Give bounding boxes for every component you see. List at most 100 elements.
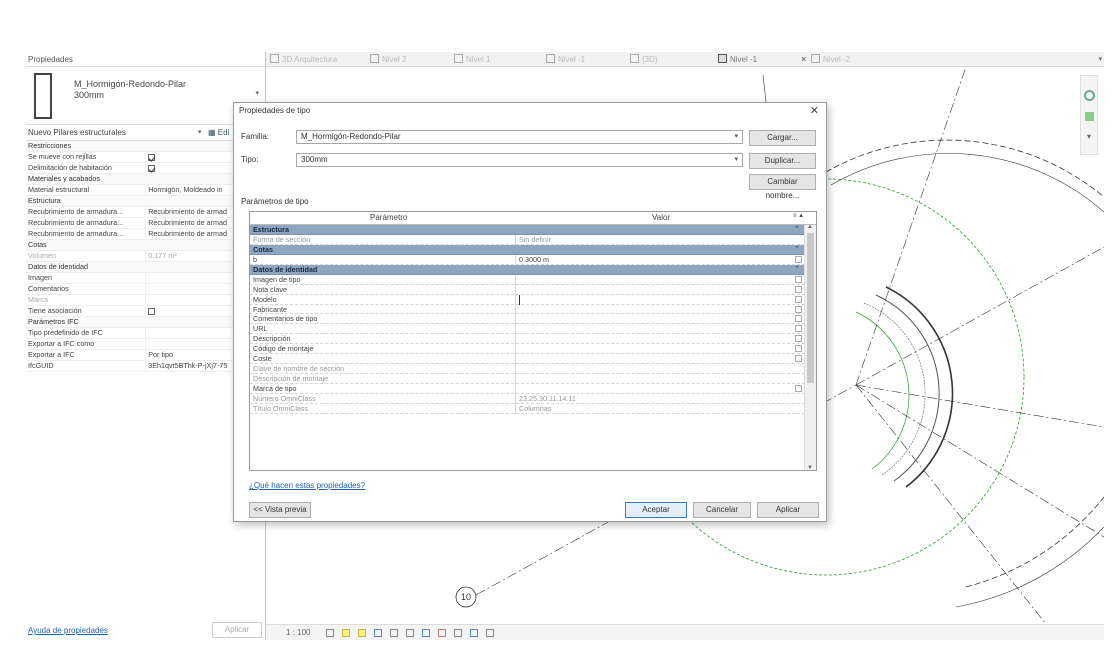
tab-overflow-icon[interactable]: ▾ [1098, 52, 1102, 67]
chevron-down-icon[interactable]: ▾ [198, 125, 202, 141]
param-edit-box[interactable] [795, 295, 802, 303]
param-row[interactable]: Forma de sección Sin definir [250, 234, 805, 245]
zoom-icon[interactable] [1085, 112, 1094, 121]
param-row[interactable]: Descripción [250, 334, 805, 345]
property-row[interactable]: Se mueve con rejillas [26, 151, 266, 163]
view-scale[interactable]: 1 : 100 [286, 628, 310, 637]
view-tab[interactable]: Nivel -1 [546, 52, 585, 67]
param-value[interactable] [519, 294, 520, 305]
type-selector[interactable]: M_Hormigón-Redondo-Pilar 300mm ▾ [26, 67, 265, 125]
chevron-down-icon[interactable]: ▾ [734, 131, 738, 143]
collapse-icon[interactable]: ⌃ [794, 225, 800, 235]
param-row[interactable]: Nota clave [250, 284, 805, 295]
detail-level-icon[interactable] [326, 629, 334, 637]
property-row[interactable]: Recubrimiento de armadura... Recubrimient… [26, 206, 266, 218]
param-row[interactable]: Clave de nombre de sección [250, 364, 805, 375]
collapse-icon[interactable]: ⌃ [794, 265, 800, 275]
edit-type-button[interactable]: ▦ Edi [208, 125, 229, 141]
constraints-icon[interactable] [486, 629, 494, 637]
property-group[interactable]: Datos de identidad [26, 261, 266, 273]
param-row[interactable]: Comentarios de tipo [250, 314, 805, 325]
col-parameter-header[interactable]: Parámetro [370, 213, 407, 222]
property-group[interactable]: Estructura [26, 195, 266, 207]
property-group[interactable]: Cotas [26, 239, 266, 251]
property-row[interactable]: Comentarios [26, 283, 266, 295]
navigation-bar[interactable]: ▾ [1080, 75, 1098, 155]
param-group-header[interactable]: Datos de identidad ⌃ [250, 264, 805, 275]
scroll-down-icon[interactable]: ▼ [807, 465, 813, 470]
property-checkbox[interactable] [148, 153, 156, 161]
view-tab[interactable]: 3D Arquitectura [270, 52, 337, 67]
param-edit-box[interactable] [795, 275, 802, 283]
param-value[interactable]: 0.3000 m [519, 255, 549, 265]
close-tab-icon[interactable]: × [801, 52, 806, 67]
ok-button[interactable]: Aceptar [625, 502, 687, 518]
view-tab[interactable]: Nivel 2 [370, 52, 406, 67]
col-value-header[interactable]: Valor [652, 213, 670, 222]
param-edit-box[interactable] [795, 345, 802, 353]
visual-style-icon[interactable] [342, 629, 350, 637]
properties-help-link[interactable]: Ayuda de propiedades [28, 626, 108, 635]
param-edit-box[interactable] [795, 285, 802, 293]
instance-filter[interactable]: Nuevo Pilares estructurales ▾ ▦ Edi [26, 125, 265, 141]
param-row[interactable]: Código de montaje [250, 344, 805, 355]
nav-menu-icon[interactable]: ▾ [1087, 132, 1091, 141]
crop-view-icon[interactable] [390, 629, 398, 637]
steering-wheel-icon[interactable] [1084, 90, 1095, 101]
property-row[interactable]: Tiene asociación [26, 305, 266, 317]
param-row[interactable]: Descripción de montaje [250, 374, 805, 385]
chevron-down-icon[interactable]: ▾ [255, 89, 259, 97]
close-icon[interactable]: ✕ [810, 103, 819, 119]
rename-button[interactable]: Cambiar nombre... [749, 174, 816, 200]
param-value[interactable]: Sin definir [519, 235, 551, 245]
collapse-icon[interactable]: ⌃ [794, 245, 800, 255]
view-tab[interactable]: {3D} [630, 52, 658, 67]
sort-icon[interactable]: ≡ ▲ [793, 213, 804, 219]
param-edit-box[interactable] [795, 355, 802, 363]
property-row[interactable]: Exportar a IFC Por tipo [26, 349, 266, 361]
param-group-header[interactable]: Cotas ⌃ [250, 244, 805, 255]
property-group[interactable]: Restricciones [26, 141, 266, 152]
view-tab[interactable]: Nivel 1 [454, 52, 490, 67]
param-edit-box[interactable] [795, 255, 802, 263]
sun-path-icon[interactable] [358, 629, 366, 637]
property-row[interactable]: Tipo predefinido de IFC [26, 327, 266, 339]
type-dropdown[interactable]: 300mm ▾ [296, 153, 743, 167]
param-edit-box[interactable] [795, 305, 802, 313]
param-row[interactable]: Imagen de tipo [250, 274, 805, 285]
property-row[interactable]: Material estructural Hormigón, Moldeado i… [26, 184, 266, 196]
property-row[interactable]: Delimitación de habitación [26, 162, 266, 174]
param-row[interactable]: Modelo [250, 294, 805, 305]
param-value[interactable]: Columnas [519, 404, 551, 414]
apply-button[interactable]: Aplicar [757, 502, 819, 518]
chevron-down-icon[interactable]: ▾ [734, 154, 738, 166]
property-row[interactable]: Imagen [26, 272, 266, 284]
property-row[interactable]: Volumen 0.177 m³ [26, 250, 266, 262]
param-row[interactable]: Fabricante [250, 304, 805, 315]
highlight-displacement-icon[interactable] [470, 629, 478, 637]
param-edit-box[interactable] [795, 335, 802, 343]
param-row[interactable]: Título OmniClass Columnas [250, 403, 805, 414]
param-edit-box[interactable] [795, 385, 802, 392]
param-group-header[interactable]: Estructura ⌃ [250, 225, 805, 235]
property-row[interactable]: Recubrimiento de armadura... Recubrimient… [26, 217, 266, 229]
scroll-up-icon[interactable]: ▲ [807, 224, 813, 230]
property-group[interactable]: Materiales y acabados [26, 173, 266, 185]
duplicate-button[interactable]: Duplicar... [749, 153, 816, 169]
show-crop-icon[interactable] [406, 629, 414, 637]
analytical-model-icon[interactable] [454, 629, 462, 637]
load-button[interactable]: Cargar... [749, 130, 816, 146]
view-tab[interactable]: Nivel -2 [811, 52, 850, 67]
properties-apply-button[interactable]: Aplicar [212, 622, 262, 638]
view-tab[interactable]: Nivel -1 [718, 52, 757, 67]
param-row[interactable]: b 0.3000 m [250, 254, 805, 265]
param-row[interactable]: Número OmniClass 23.25.30.11.14.11 [250, 393, 805, 404]
property-checkbox[interactable] [148, 307, 156, 315]
preview-button[interactable]: << Vista previa [249, 502, 311, 518]
param-value[interactable]: 23.25.30.11.14.11 [519, 394, 576, 404]
grid-scrollbar[interactable]: ▲ ▼ [804, 224, 816, 470]
temporary-hide-icon[interactable] [422, 629, 430, 637]
property-checkbox[interactable] [148, 164, 156, 172]
property-row[interactable]: Recubrimiento de armadura... Recubrimient… [26, 228, 266, 240]
param-row[interactable]: URL [250, 324, 805, 335]
